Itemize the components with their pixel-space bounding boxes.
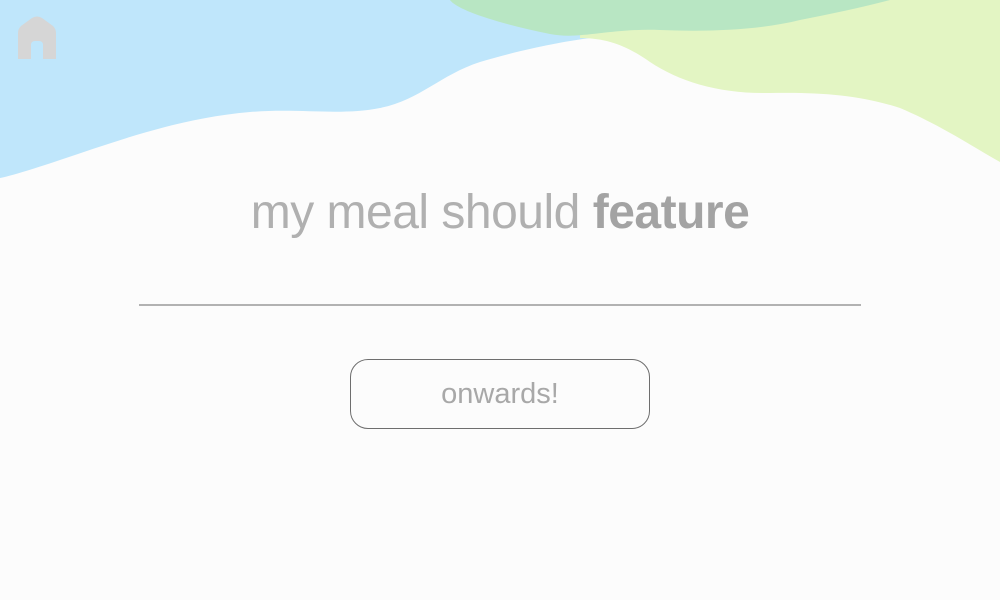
prompt-emphasis: feature bbox=[592, 186, 750, 239]
meal-feature-input[interactable] bbox=[139, 262, 861, 306]
home-icon bbox=[18, 16, 56, 59]
onwards-button[interactable]: onwards! bbox=[350, 359, 650, 429]
blue-wave bbox=[0, 0, 590, 178]
page-title: my meal should feature bbox=[0, 185, 1000, 241]
home-button[interactable] bbox=[15, 15, 59, 61]
prompt-text: my meal should bbox=[250, 186, 593, 239]
page: my meal should feature onwards! bbox=[0, 0, 1000, 600]
